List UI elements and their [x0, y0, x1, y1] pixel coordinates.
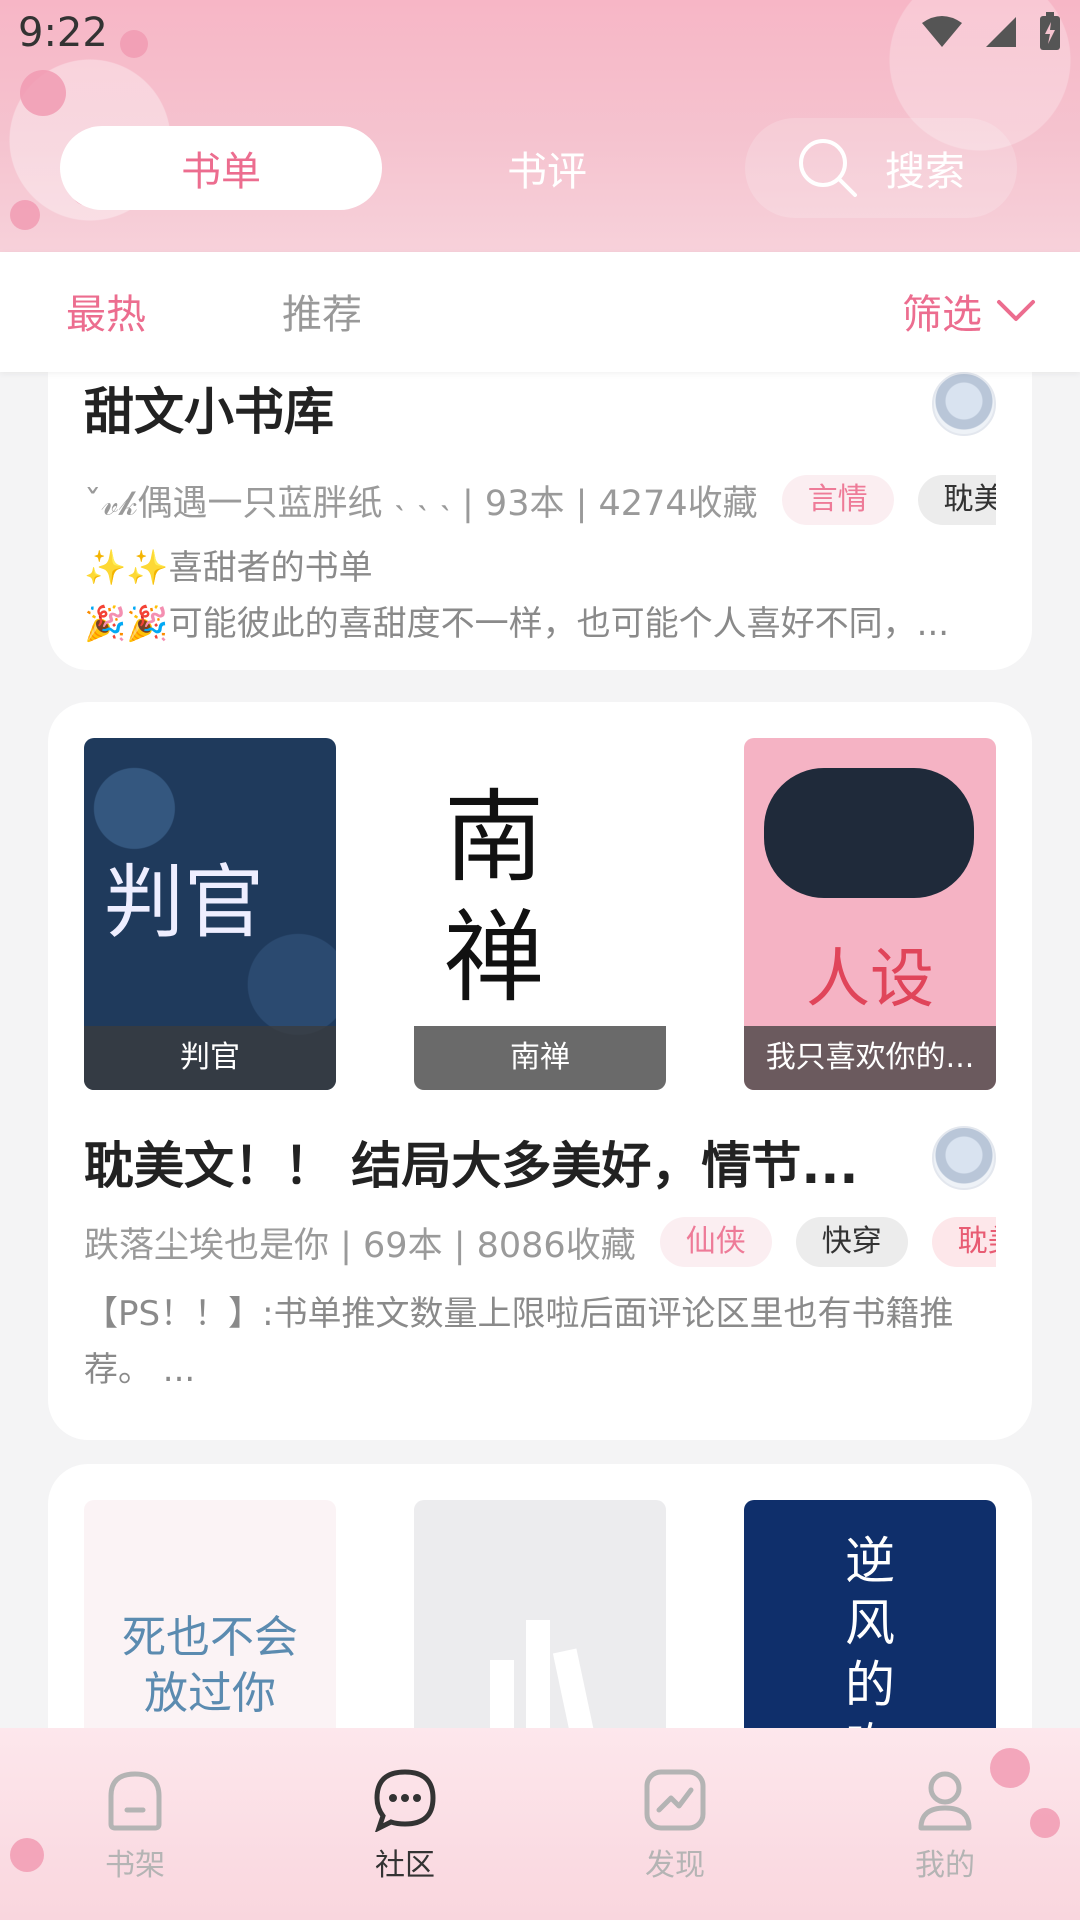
- tag[interactable]: 耽美: [917, 475, 996, 525]
- nav-profile[interactable]: 我的: [885, 1768, 1005, 1884]
- filter-button[interactable]: 筛选: [902, 282, 1036, 340]
- blossom-decoration: [1030, 1808, 1060, 1838]
- nav-bookshelf[interactable]: 书架: [75, 1768, 195, 1884]
- filter-label: 筛选: [902, 292, 982, 338]
- header: 9:22 书单 书评 搜索: [0, 0, 1080, 252]
- cover-art-text: 逆风的吻: [845, 1532, 895, 1728]
- cover-title: 南禅: [414, 1026, 666, 1090]
- nav-community[interactable]: 社区: [345, 1768, 465, 1884]
- chat-icon: [374, 1769, 436, 1832]
- booklist-meta: ˇ𝓋𝓀偶遇一只蓝胖纸 ˴ ˴ ˴ | 93本 | 4274收藏: [84, 483, 758, 524]
- blossom-decoration: [10, 1838, 44, 1872]
- booklist-feed[interactable]: 甜文小书库 ˇ𝓋𝓀偶遇一只蓝胖纸 ˴ ˴ ˴ | 93本 | 4274收藏 言情…: [0, 372, 1080, 1728]
- cover-art-text: 判官: [104, 856, 264, 949]
- booklist-meta-row: 跌落尘埃也是你 | 69本 | 8086收藏 仙侠 快穿 耽美: [84, 1216, 996, 1268]
- book-cover[interactable]: 南禅 南禅: [414, 738, 666, 1090]
- booklist-description: 【PS！！】:书单推文数量上限啦后面评论区里也有书籍推荐。 ...: [84, 1294, 954, 1390]
- booklist-meta-row: ˇ𝓋𝓀偶遇一只蓝胖纸 ˴ ˴ ˴ | 93本 | 4274收藏 言情 耽美: [84, 474, 996, 526]
- status-time: 9:22: [18, 10, 108, 56]
- blossom-decoration: [10, 200, 40, 230]
- trend-icon: [644, 1769, 706, 1831]
- tag[interactable]: 耽美: [931, 1217, 996, 1267]
- nav-community-label: 社区: [375, 1848, 435, 1883]
- search-label: 搜索: [885, 149, 965, 195]
- book-cover[interactable]: 死也不会放过你: [84, 1500, 336, 1728]
- cover-title: 判官: [84, 1026, 336, 1090]
- booklist-description: ✨✨喜甜者的书单 🎉🎉可能彼此的喜甜度不一样，也可能个人喜好不同，...: [84, 540, 996, 652]
- search-icon: [799, 139, 857, 197]
- subtab-recommended[interactable]: 推荐: [282, 282, 362, 340]
- tab-book-review-label: 书评: [507, 149, 587, 195]
- booklist-card[interactable]: 死也不会放过你 逆风的吻: [48, 1464, 1032, 1728]
- cover-title: 我只喜欢你的...: [744, 1026, 996, 1090]
- blossom-decoration: [120, 30, 148, 58]
- booklist-card[interactable]: 判官 判官 南禅 南禅 人设 我只喜欢你的... 耽美文！！ 结局大多美好，情节…: [48, 702, 1032, 1440]
- nav-profile-label: 我的: [915, 1848, 975, 1883]
- author-avatar[interactable]: [932, 1126, 996, 1190]
- nav-discover-label: 发现: [645, 1848, 705, 1883]
- blossom-decoration: [20, 70, 66, 116]
- signal-icon: [986, 17, 1016, 47]
- sort-tabs: 最热 推荐 筛选: [0, 252, 1080, 372]
- bottom-nav: 书架 社区 发现 我的: [0, 1728, 1080, 1920]
- tab-book-review[interactable]: 书评: [386, 126, 708, 210]
- nav-discover[interactable]: 发现: [615, 1768, 735, 1884]
- nav-bookshelf-label: 书架: [105, 1848, 165, 1883]
- tag[interactable]: 言情: [781, 475, 894, 525]
- user-icon: [918, 1771, 972, 1831]
- status-icons: [920, 12, 1062, 52]
- subtab-hottest[interactable]: 最热: [66, 282, 146, 340]
- tag[interactable]: 仙侠: [659, 1217, 772, 1267]
- cover-art-cloud: [764, 768, 974, 898]
- wifi-icon: [922, 16, 962, 47]
- booklist-card[interactable]: 甜文小书库 ˇ𝓋𝓀偶遇一只蓝胖纸 ˴ ˴ ˴ | 93本 | 4274收藏 言情…: [48, 372, 1032, 670]
- booklist-title: 甜文小书库: [84, 383, 334, 441]
- cover-art-text: 人设: [806, 943, 934, 1017]
- book-cover-placeholder[interactable]: [414, 1500, 666, 1728]
- tab-booklist[interactable]: 书单: [60, 126, 382, 210]
- chevron-down-icon: [997, 300, 1035, 321]
- book-cover[interactable]: 人设 我只喜欢你的...: [744, 738, 996, 1090]
- booklist-meta: 跌落尘埃也是你 | 69本 | 8086收藏: [84, 1225, 636, 1266]
- tab-booklist-label: 书单: [181, 149, 261, 195]
- search-button[interactable]: 搜索: [745, 118, 1017, 218]
- battery-icon: [1040, 12, 1060, 50]
- book-cover[interactable]: 逆风的吻: [744, 1500, 996, 1728]
- author-avatar[interactable]: [932, 372, 996, 436]
- book-placeholder-icon: [490, 1620, 596, 1728]
- bookshelf-icon: [108, 1771, 162, 1831]
- tag[interactable]: 快穿: [795, 1217, 908, 1267]
- booklist-title: 耽美文！！ 结局大多美好，情节...: [84, 1137, 859, 1195]
- cover-art-text: 南禅: [444, 779, 544, 1016]
- book-cover[interactable]: 判官 判官: [84, 738, 336, 1090]
- description-line: ✨✨喜甜者的书单: [84, 548, 373, 588]
- cover-art-text: 死也不会放过你: [122, 1612, 298, 1719]
- description-line: 🎉🎉可能彼此的喜甜度不一样，也可能个人喜好不同，...: [84, 604, 950, 644]
